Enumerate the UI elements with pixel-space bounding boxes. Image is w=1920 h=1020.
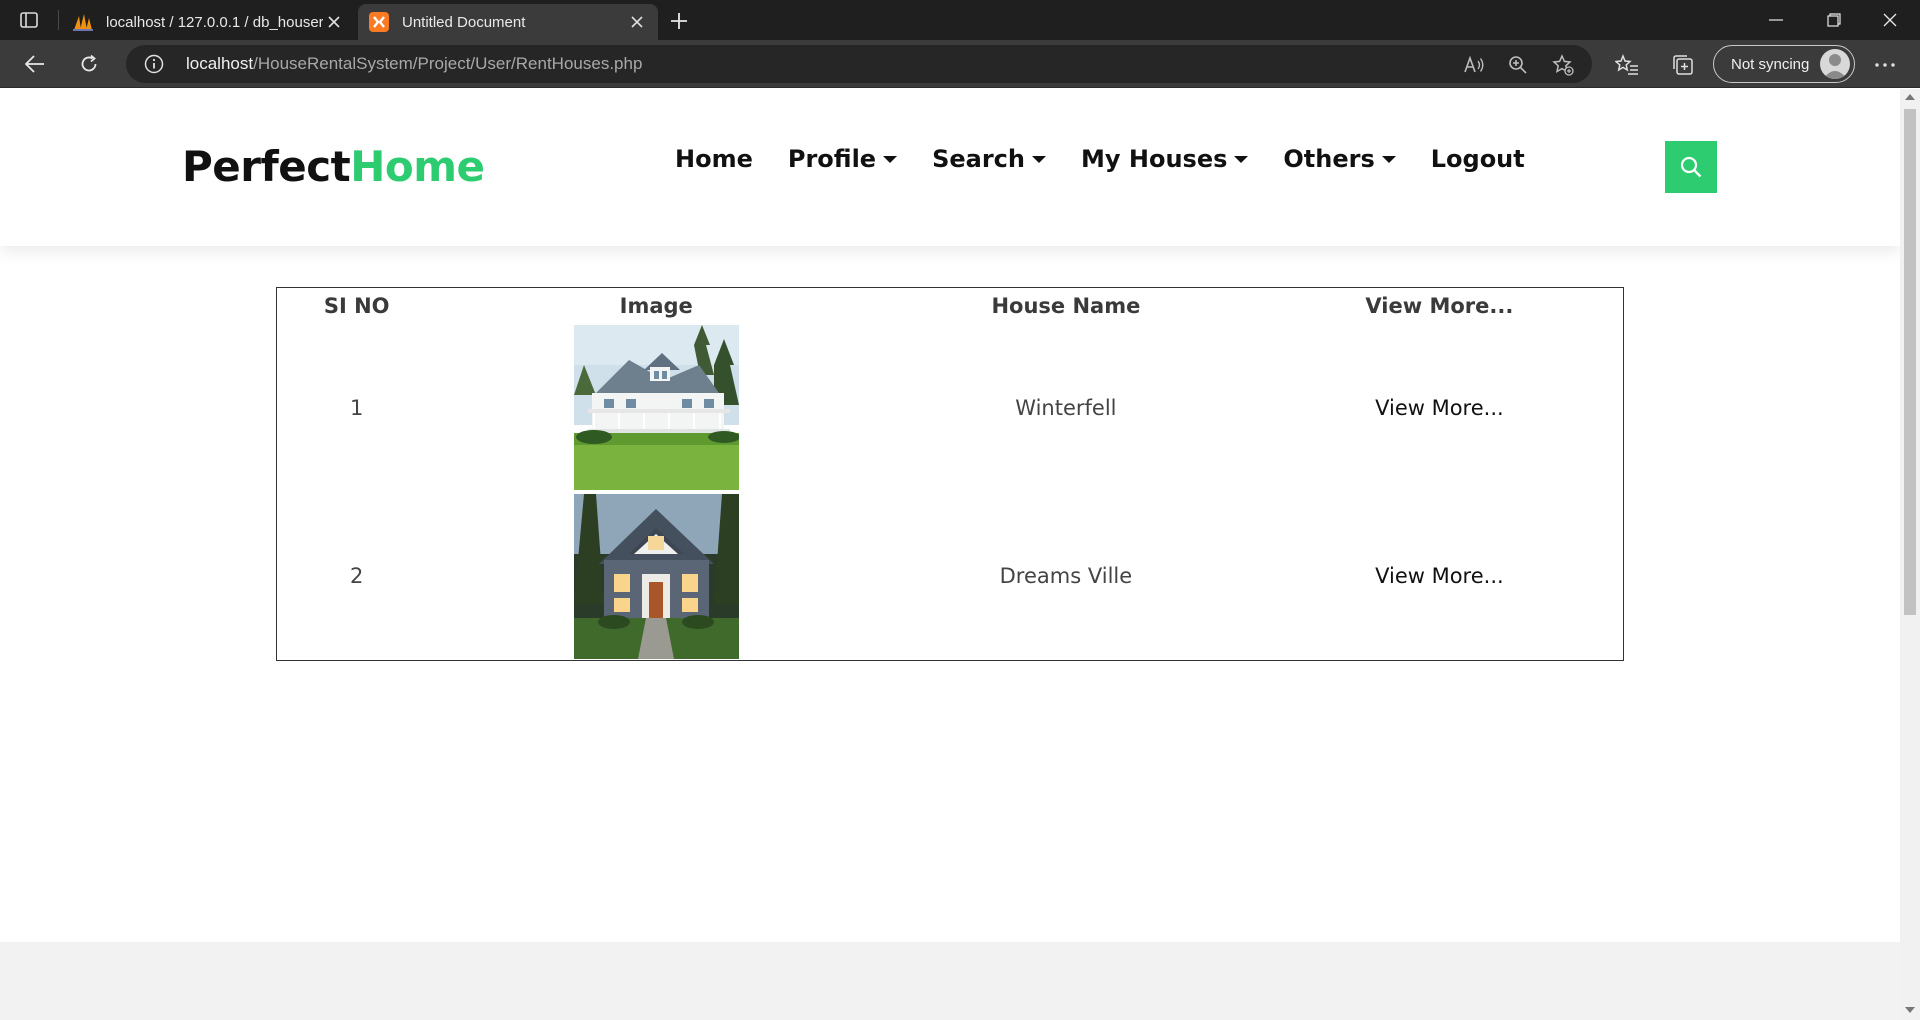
view-more-link[interactable]: View More... (1256, 324, 1624, 493)
read-aloud-icon[interactable] (1462, 53, 1486, 77)
search-button[interactable] (1665, 141, 1717, 193)
sync-status-label: Not syncing (1731, 55, 1810, 73)
url-host: localhost (186, 54, 254, 73)
close-tab-icon[interactable] (323, 11, 345, 33)
minimize-icon[interactable] (1748, 0, 1804, 40)
tab-actions-icon[interactable] (14, 7, 44, 33)
back-arrow-icon[interactable] (20, 49, 50, 79)
favorites-icon[interactable] (1614, 52, 1640, 78)
nav-label: Logout (1430, 145, 1525, 173)
header-image: Image (619, 293, 693, 318)
house-photo-dreams-ville (573, 493, 739, 659)
site-logo[interactable]: PerfectHome (182, 142, 485, 191)
page-viewport: PerfectHome Home Profile Search My House… (0, 89, 1900, 1020)
caret-down-icon (1031, 155, 1046, 163)
add-favorite-star-icon[interactable] (1551, 53, 1575, 77)
nav-label: Search (932, 145, 1025, 173)
nav-home[interactable]: Home (675, 145, 753, 173)
collections-icon[interactable] (1670, 52, 1696, 78)
new-tab-plus-icon[interactable] (666, 8, 692, 34)
table-header-row: SI NO Image House Name View More... (277, 288, 1624, 324)
nav-logout[interactable]: Logout (1431, 145, 1525, 173)
nav-search-dropdown[interactable]: Search (932, 145, 1046, 173)
tab-separator (58, 10, 59, 30)
nav-profile-dropdown[interactable]: Profile (787, 145, 898, 173)
nav-label: Home (675, 145, 753, 173)
zoom-icon[interactable] (1506, 53, 1530, 77)
tab-title: localhost / 127.0.0.1 / db_houserental (106, 13, 323, 31)
main-navigation: Home Profile Search My Houses Others Log… (675, 145, 1560, 173)
browser-tab-bar: localhost / 127.0.0.1 / db_houserental U… (0, 0, 1920, 40)
nav-label: Profile (787, 145, 877, 173)
scroll-down-arrow-icon[interactable] (1905, 1007, 1915, 1013)
caret-down-icon (883, 155, 898, 163)
tab-untitled-document[interactable]: Untitled Document (358, 4, 658, 40)
profile-sync-button[interactable]: Not syncing (1713, 45, 1855, 83)
more-options-icon[interactable] (1870, 52, 1900, 78)
row-si-no: 1 (349, 395, 364, 420)
xampp-icon (368, 11, 390, 33)
profile-avatar-icon (1820, 49, 1850, 79)
close-window-icon[interactable] (1862, 0, 1918, 40)
header-view-more: View More... (1365, 293, 1514, 318)
url-text[interactable]: localhost/HouseRentalSystem/Project/User… (186, 54, 642, 74)
row-house-name: Dreams Ville (999, 564, 1133, 588)
page-scrollbar[interactable] (1900, 89, 1920, 1020)
footer-band (0, 942, 1900, 1020)
nav-label: My Houses (1080, 145, 1228, 173)
row-house-name: Winterfell (1015, 395, 1117, 420)
row-image-cell (436, 324, 876, 493)
row-image-cell (436, 492, 876, 661)
scroll-up-arrow-icon[interactable] (1905, 94, 1915, 100)
site-info-icon[interactable] (144, 54, 164, 74)
header-si-no: SI NO (323, 293, 390, 318)
search-icon (1680, 156, 1702, 178)
caret-down-icon (1381, 155, 1396, 163)
nav-others-dropdown[interactable]: Others (1283, 145, 1396, 173)
url-omnibox[interactable]: localhost/HouseRentalSystem/Project/User… (126, 45, 1592, 83)
tab-title: Untitled Document (402, 13, 526, 31)
phpmyadmin-icon (72, 11, 94, 33)
close-tab-icon[interactable] (626, 11, 648, 33)
house-photo-winterfell (573, 325, 739, 491)
restore-icon[interactable] (1806, 0, 1862, 40)
header-house-name: House Name (991, 293, 1141, 318)
url-path: /HouseRentalSystem/Project/User/RentHous… (253, 54, 643, 73)
nav-label: Others (1283, 145, 1375, 173)
table-row: 1 Winterfell View More... (277, 324, 1624, 493)
scrollbar-thumb[interactable] (1904, 109, 1916, 615)
caret-down-icon (1234, 155, 1249, 163)
nav-my-houses-dropdown[interactable]: My Houses (1080, 145, 1249, 173)
refresh-icon[interactable] (74, 49, 104, 79)
logo-text-perfect: Perfect (182, 142, 351, 191)
browser-address-bar: localhost/HouseRentalSystem/Project/User… (0, 40, 1920, 88)
row-si-no: 2 (349, 564, 364, 588)
view-more-link[interactable]: View More... (1256, 492, 1624, 661)
rent-houses-table: SI NO Image House Name View More... 1 Wi… (276, 287, 1624, 661)
table-row: 2 Dreams Ville View More... (277, 492, 1624, 661)
site-header: PerfectHome Home Profile Search My House… (0, 89, 1900, 246)
tab-phpmyadmin[interactable]: localhost / 127.0.0.1 / db_houserental (62, 4, 355, 40)
logo-text-home: Home (350, 142, 485, 191)
